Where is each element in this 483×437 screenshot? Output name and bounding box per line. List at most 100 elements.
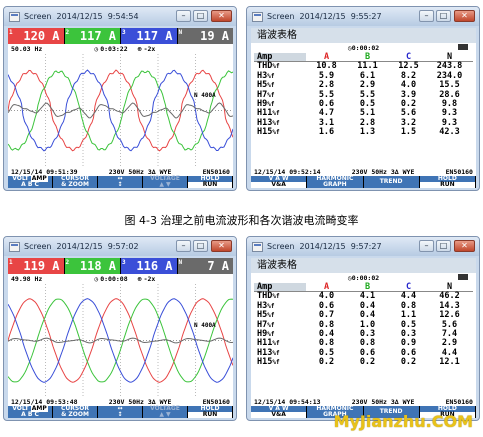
softkey-bottom: GRAPH <box>323 181 347 188</box>
neutral-scale-label: N 400A <box>194 92 216 99</box>
minimize-button[interactable]: – <box>419 10 434 22</box>
battery-indicator <box>458 274 468 280</box>
app-icon <box>9 241 20 252</box>
harmonic-value: 12.1 <box>439 357 460 368</box>
harmonic-label-suffix: %f <box>267 302 275 310</box>
status-bar: 49.98 Hz ◷ 0:00:08 ⊕ -2x <box>8 274 233 284</box>
phase-channel: 2 <box>65 259 70 266</box>
screenshot-window: Screen 2014/12/15 9:55:27 – □ ✕ 谐波表格 ◷ 0:00:02… <box>246 6 480 191</box>
close-button[interactable]: ✕ <box>211 240 232 252</box>
softkey-0[interactable]: VOLT AMP A B C <box>8 405 52 418</box>
close-button[interactable]: ✕ <box>454 10 475 22</box>
softkey-0[interactable]: VOLT AMP A B C <box>8 175 52 188</box>
maximize-button[interactable]: □ <box>193 10 208 22</box>
softkey-4[interactable]: HOLD RUN <box>188 406 232 418</box>
window-title: Screen <box>24 12 52 21</box>
harmonic-table: Amp A B C N THD%f 10.8 11.1 12.5 243.8 H3%f 5.9 6.1 8… <box>254 52 473 138</box>
meter-screen: 1 120 A 2 117 A 3 117 A N 19 A 50.03 Hz ◷ 0:03:22 ⊕… <box>8 28 233 188</box>
window-title: Screen <box>24 242 52 251</box>
elapsed-time: 0:03:22 <box>100 45 128 53</box>
phase-channel: N <box>178 259 183 266</box>
maximize-button[interactable]: □ <box>436 10 451 22</box>
waveform-plot: N 400A <box>8 54 233 167</box>
harmonic-row: H15%f 1.6 1.3 1.5 42.3 <box>254 127 473 138</box>
harmonic-label-suffix: %f <box>272 129 280 137</box>
harmonic-label: H15%f <box>254 357 306 367</box>
header-cell: N <box>446 52 453 62</box>
phase-value: 19 A <box>200 29 229 43</box>
minimize-button[interactable]: – <box>176 240 191 252</box>
harmonic-label-suffix: %f <box>267 312 275 320</box>
softkey-bottom: V&A <box>251 412 307 418</box>
footer-config: 230V 50Hz 3∆ WYE <box>351 167 415 176</box>
title-bar: Screen 2014/12/15 9:55:27 – □ ✕ <box>247 7 479 26</box>
phase-chip: N 19 A <box>177 28 233 44</box>
harmonic-label-suffix: %f <box>272 359 280 367</box>
zoom-level: -2x <box>143 275 156 283</box>
elapsed-time: 0:00:08 <box>100 275 128 283</box>
zoom-level: -2x <box>143 45 156 53</box>
softkey-0[interactable]: V A W V&A <box>251 176 307 188</box>
title-bar: Screen 2014/12/15 9:57:02 – □ ✕ <box>4 237 236 256</box>
close-button[interactable]: ✕ <box>211 10 232 22</box>
window-timestamp: 2014/12/15 9:57:27 <box>299 242 382 251</box>
softkey-1[interactable]: CURSOR & ZOOM <box>53 406 97 418</box>
header-cell: N <box>446 282 453 292</box>
softkey-bottom: ▲ ▼ <box>159 181 171 188</box>
header-cell: A <box>323 52 330 62</box>
title-bar: Screen 2014/12/15 9:57:27 – □ ✕ <box>247 237 479 256</box>
softkey-2[interactable]: TREND <box>363 176 419 188</box>
clock-icon: ◷ <box>94 45 99 53</box>
harmonic-table: Amp A B C N THD%f 4.0 4.1 4.4 46.2 H3%f 0.6 0.4 0.8 14… <box>254 282 473 368</box>
softkey-1[interactable]: HARMONIC GRAPH <box>307 176 363 188</box>
harmonic-value: 0.2 <box>400 357 417 368</box>
harmonic-status: ◷ 0:00:02 <box>251 273 476 282</box>
softkey-3[interactable]: VOLTAGE ▲ ▼ <box>143 176 187 188</box>
softkey-bar: VOLT AMP A B C CURSOR & ZOOM ↔ ↕ VOLTAGE ▲ ▼ HOLD… <box>8 405 233 418</box>
harmonic-label: H15%f <box>254 127 306 137</box>
harmonic-status: ◷ 0:00:02 <box>251 43 476 52</box>
softkey-bottom: RUN <box>419 182 475 188</box>
phase-chip: 3 116 A <box>121 258 177 274</box>
watermark: MyJianzhu.COM <box>333 412 473 431</box>
harmonic-panel: 谐波表格 ◷ 0:00:02 Amp A B C N THD%f 10.8 11.1 12.5 243… <box>251 28 476 176</box>
phase-channel: 3 <box>122 259 126 266</box>
frequency-readout: 50.03 Hz <box>11 45 43 53</box>
softkey-3[interactable]: HOLD RUN <box>419 176 475 188</box>
harmonic-title: 谐波表格 <box>251 258 476 273</box>
title-bar: Screen 2014/12/15 9:54:54 – □ ✕ <box>4 7 236 26</box>
header-cell: B <box>364 52 371 62</box>
close-button[interactable]: ✕ <box>454 240 475 252</box>
elapsed-time: 0:00:02 <box>351 273 380 282</box>
app-icon <box>252 11 263 22</box>
softkey-2[interactable]: ↔ ↕ <box>98 406 142 418</box>
meter-screen: 谐波表格 ◷ 0:00:02 Amp A B C N THD%f 10.8 11.1 12.5 243… <box>251 28 476 188</box>
minimize-button[interactable]: – <box>419 240 434 252</box>
phase-readouts: 1 119 A 2 118 A 3 116 A N 7 A <box>8 258 233 274</box>
softkey-1[interactable]: CURSOR & ZOOM <box>53 176 97 188</box>
softkey-4[interactable]: HOLD RUN <box>188 176 232 188</box>
window-title: Screen <box>267 242 295 251</box>
softkey-3[interactable]: VOLTAGE ▲ ▼ <box>143 406 187 418</box>
maximize-button[interactable]: □ <box>436 240 451 252</box>
harmonic-row: H15%f 0.2 0.2 0.2 12.1 <box>254 357 473 368</box>
softkey-bottom: & ZOOM <box>61 181 89 188</box>
phase-value: 117 A <box>136 29 173 43</box>
meter-screen: 1 119 A 2 118 A 3 116 A N 7 A 49.98 Hz ◷ 0:00:08 ⊕ -… <box>8 258 233 418</box>
header-cell: Amp <box>254 282 306 292</box>
softkey-bottom: A B C <box>21 411 39 418</box>
softkey-bottom: RUN <box>188 182 232 188</box>
harmonic-value: 1.6 <box>318 127 335 138</box>
softkey-0[interactable]: V A W V&A <box>251 406 307 418</box>
minimize-button[interactable]: – <box>176 10 191 22</box>
figure-caption: 图 4-3 治理之前电流波形和各次谐波电流畸变率 <box>124 214 359 227</box>
softkey-2[interactable]: ↔ ↕ <box>98 176 142 188</box>
window-title: Screen <box>267 12 295 21</box>
harmonic-title: 谐波表格 <box>251 28 476 43</box>
phase-channel: 3 <box>122 29 126 36</box>
maximize-button[interactable]: □ <box>193 240 208 252</box>
softkey-bottom: ↕ <box>117 181 123 188</box>
phase-chip: 1 120 A <box>8 28 64 44</box>
phase-chip: 3 117 A <box>121 28 177 44</box>
zoom-icon: ⊕ <box>137 275 142 283</box>
